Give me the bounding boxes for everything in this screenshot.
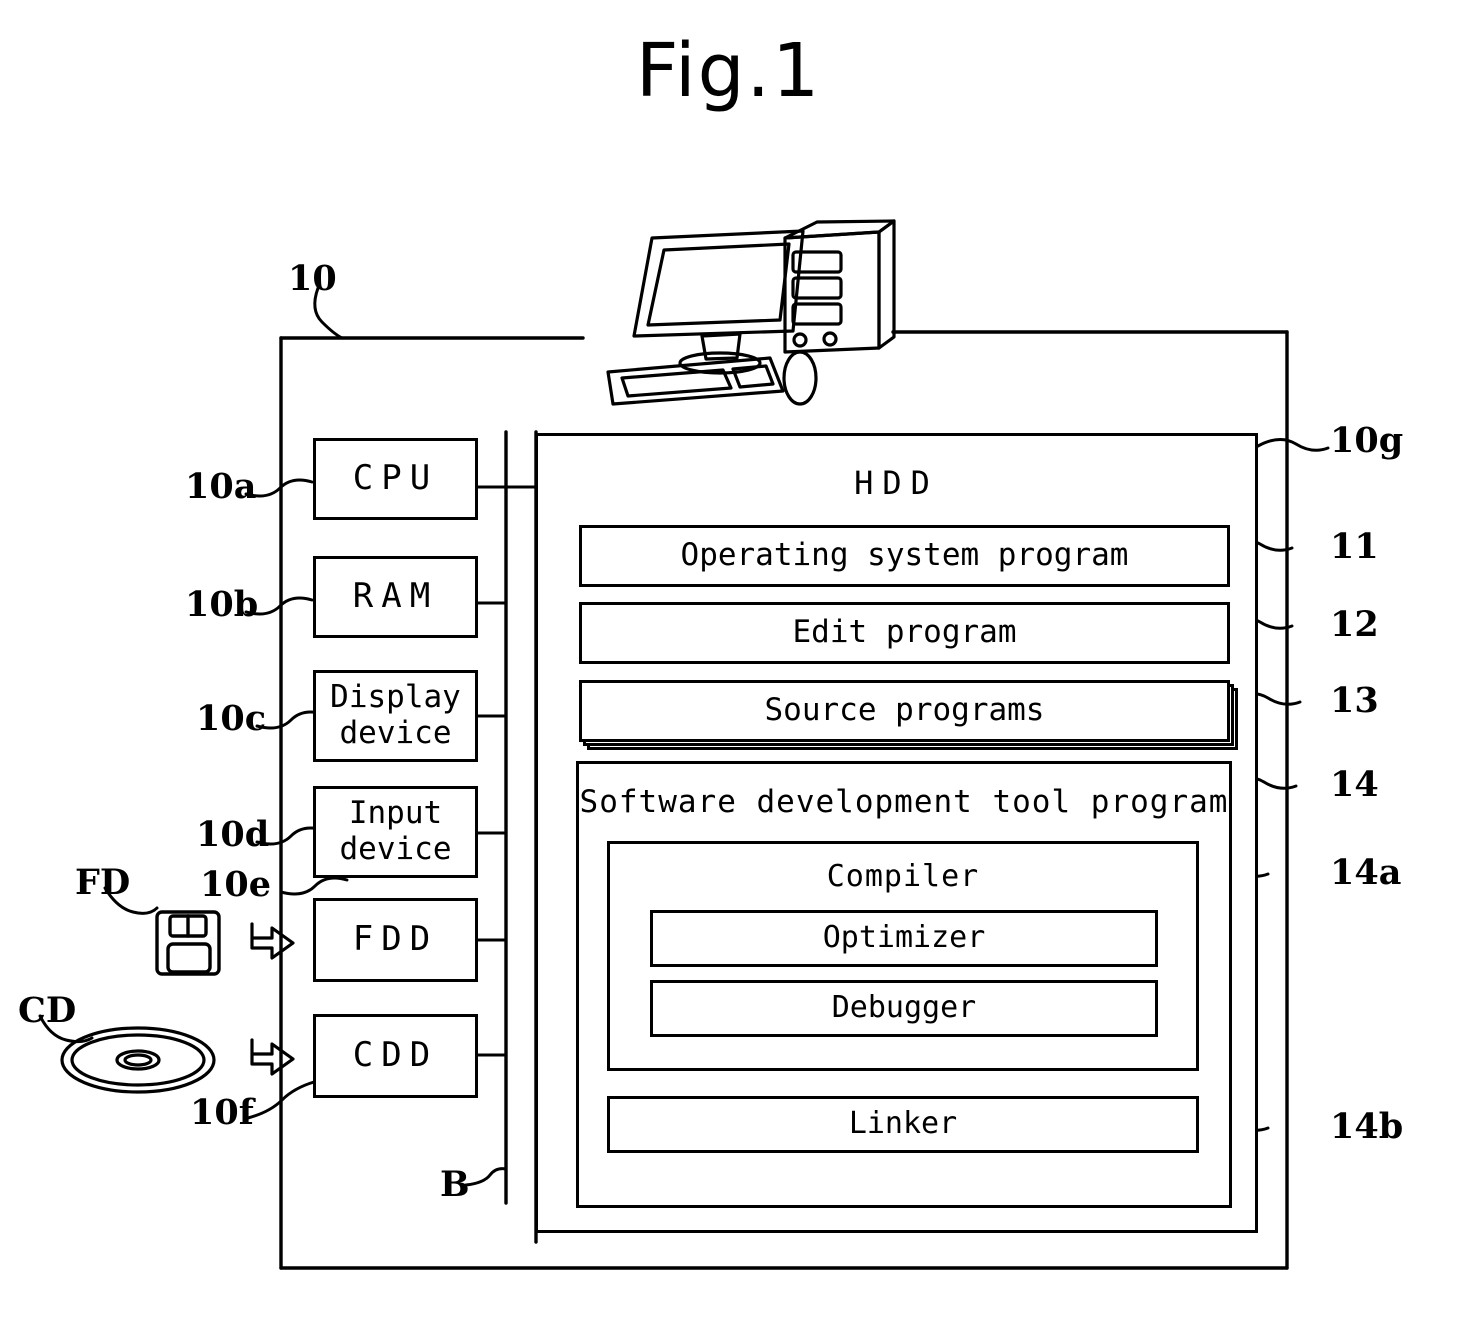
device-box-cdd: CDD: [313, 1014, 478, 1098]
ref-14: 14: [1330, 764, 1379, 805]
ref-14a: 14a: [1330, 852, 1402, 893]
ref-10f: 10f: [190, 1092, 254, 1133]
device-box-input: Input device: [313, 786, 478, 878]
compiler-title: Compiler: [826, 859, 980, 894]
ref-14b: 14b: [1330, 1106, 1404, 1147]
ref-13: 13: [1330, 680, 1379, 721]
software-development-tool-program-box: Software development tool program Compil…: [576, 761, 1232, 1208]
label-bus-b: B: [440, 1164, 470, 1205]
ref-10g: 10g: [1330, 420, 1404, 461]
ref-outer-10: 10: [288, 258, 337, 299]
computer-illustration: [606, 219, 896, 406]
compact-disc-icon: [60, 1026, 216, 1094]
device-box-display: Display device: [313, 670, 478, 762]
floppy-disk-icon: [155, 910, 221, 976]
debugger-box: Debugger: [650, 980, 1158, 1037]
label-cd: CD: [18, 990, 77, 1031]
ref-10c: 10c: [196, 698, 267, 739]
hdd-item-operating-system-program: Operating system program: [579, 525, 1230, 587]
compiler-box: Compiler Optimizer Debugger: [607, 841, 1199, 1071]
device-box-fdd: FDD: [313, 898, 478, 982]
device-box-cpu: CPU: [313, 438, 478, 520]
media-arrows: [250, 922, 295, 1076]
linker-box: Linker: [607, 1096, 1199, 1153]
system-bus: [504, 430, 538, 1244]
ref-10b: 10b: [185, 584, 259, 625]
ref-12: 12: [1330, 604, 1379, 645]
optimizer-box: Optimizer: [650, 910, 1158, 967]
software-development-tool-program-title: Software development tool program: [579, 784, 1229, 820]
device-box-ram: RAM: [313, 556, 478, 638]
ref-10e: 10e: [200, 864, 271, 905]
hdd-container: HDD Operating system program Edit progra…: [535, 433, 1258, 1233]
hdd-item-source-programs: Source programs: [579, 680, 1230, 742]
hdd-item-edit-program: Edit program: [579, 602, 1230, 664]
figure-root: Fig.1 10 10a 10b 10c 10d 10e 10f FD CD B…: [0, 0, 1457, 1324]
hdd-title: HDD: [854, 464, 939, 502]
ref-11: 11: [1330, 526, 1379, 567]
ref-10d: 10d: [196, 814, 270, 855]
label-fd: FD: [75, 862, 131, 903]
ref-10a: 10a: [185, 466, 257, 507]
